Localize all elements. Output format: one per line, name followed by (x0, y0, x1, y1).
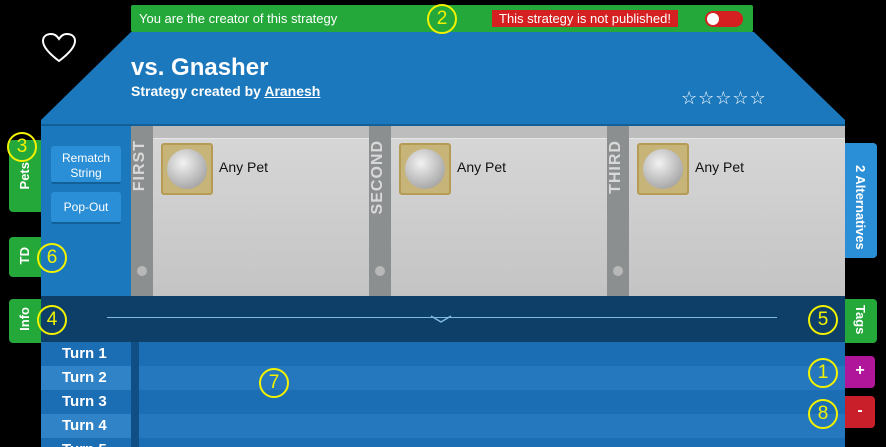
turn-label: Turn 4 (41, 414, 131, 438)
pet-slot-third: THIRD Any Pet (607, 126, 845, 296)
turn-content[interactable] (139, 390, 845, 414)
callout-6: 6 (37, 243, 67, 273)
slot-body: Any Pet (391, 138, 607, 296)
pet-name: Any Pet (219, 159, 269, 175)
pop-out-button[interactable]: Pop-Out (51, 192, 121, 224)
turn-row[interactable]: Turn 2 (41, 366, 845, 390)
turn-label: Turn 2 (41, 366, 131, 390)
pet-slot-second: SECOND Any Pet (369, 126, 607, 296)
heart-outline-icon[interactable] (41, 32, 77, 64)
turn-separator (131, 390, 139, 414)
slot-rail: THIRD (607, 126, 629, 296)
tab-info-label: Info (17, 307, 32, 331)
rematch-string-button[interactable]: Rematch String (51, 146, 121, 184)
add-turn-button[interactable]: + (845, 356, 875, 388)
slot-body: Any Pet (629, 138, 845, 296)
creator-text: You are the creator of this strategy (139, 11, 338, 26)
publish-toggle[interactable] (705, 11, 743, 27)
turn-row[interactable]: Turn 5 (41, 438, 845, 447)
callout-7: 7 (259, 368, 289, 398)
toggle-knob (707, 13, 719, 25)
turn-separator (131, 366, 139, 390)
publish-status-badge: This strategy is not published! (492, 10, 678, 27)
subtitle-prefix: Strategy created by (131, 83, 265, 99)
callout-8: 8 (808, 399, 838, 429)
tab-pets-label: Pets (17, 162, 32, 190)
any-pet-icon[interactable] (637, 143, 689, 195)
rating-stars[interactable]: ☆☆☆☆☆ (681, 88, 767, 109)
callout-2: 2 (427, 4, 457, 34)
tab-tags-label: Tags (853, 305, 868, 335)
tab-td-label: TD (17, 247, 32, 265)
pets-panel: Rematch String Pop-Out FIRST Any Pet SEC… (41, 126, 845, 296)
pet-name: Any Pet (695, 159, 745, 175)
slot-body: Any Pet (153, 138, 369, 296)
strategy-subtitle: Strategy created by Aranesh (131, 83, 320, 99)
turn-separator (131, 438, 139, 447)
any-pet-icon[interactable] (399, 143, 451, 195)
pet-slot-first: FIRST Any Pet (131, 126, 369, 296)
slot-label-first: FIRST (131, 140, 148, 192)
tab-alternatives-label: 2 Alternatives (853, 165, 868, 250)
info-bar[interactable] (41, 296, 845, 342)
slot-rail: SECOND (369, 126, 391, 296)
turn-label: Turn 1 (41, 342, 131, 366)
turn-label: Turn 3 (41, 390, 131, 414)
turn-separator (131, 414, 139, 438)
any-pet-icon[interactable] (161, 143, 213, 195)
slot-dot (375, 266, 385, 276)
page-title: vs. Gnasher (131, 54, 269, 81)
turn-label: Turn 5 (41, 438, 131, 447)
slot-dot (613, 266, 623, 276)
turn-content[interactable] (139, 414, 845, 438)
strategy-header: vs. Gnasher Strategy created by Aranesh … (41, 32, 845, 126)
author-link[interactable]: Aranesh (264, 83, 320, 99)
pet-name: Any Pet (457, 159, 507, 175)
callout-3: 3 (7, 132, 37, 162)
slot-label-second: SECOND (369, 140, 386, 215)
turn-row[interactable]: Turn 4 (41, 414, 845, 438)
tab-alternatives[interactable]: 2 Alternatives (845, 143, 877, 258)
slot-dot (137, 266, 147, 276)
turn-content[interactable] (139, 438, 845, 447)
turn-row[interactable]: Turn 1 (41, 342, 845, 366)
turn-content[interactable] (139, 342, 845, 366)
remove-turn-button[interactable]: - (845, 396, 875, 428)
chevron-down-icon[interactable] (429, 314, 453, 324)
turn-row[interactable]: Turn 3 (41, 390, 845, 414)
callout-4: 4 (37, 305, 67, 335)
turn-separator (131, 342, 139, 366)
turn-content[interactable] (139, 366, 845, 390)
tab-tags[interactable]: Tags (845, 299, 877, 343)
slot-label-third: THIRD (607, 140, 624, 194)
slot-rail: FIRST (131, 126, 153, 296)
callout-1: 1 (808, 358, 838, 388)
turns-list: Turn 1 Turn 2 Turn 3 Turn 4 Turn 5 (41, 342, 845, 447)
callout-5: 5 (808, 305, 838, 335)
pet-slots: FIRST Any Pet SECOND Any Pet THIRD Any P… (131, 126, 845, 296)
